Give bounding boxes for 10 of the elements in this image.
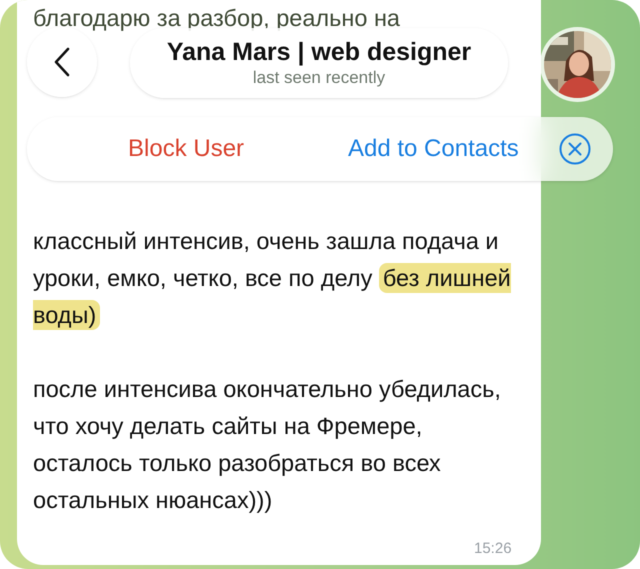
chat-title: Yana Mars | web designer <box>166 37 472 67</box>
close-button[interactable] <box>558 132 592 166</box>
back-icon <box>53 47 71 77</box>
status-text: last seen recently <box>252 67 386 89</box>
add-contact-button[interactable]: Add to Contacts <box>348 131 519 167</box>
title-pill[interactable]: Yana Mars | web designer last seen recently <box>130 28 508 98</box>
message-time: 15:26 <box>474 539 512 559</box>
close-icon <box>559 133 591 165</box>
message-text: после интенсива окончательно убедилась, что хочу делать сайты на Фремере, осталось только разобраться во всех остальных нюансах))) <box>33 375 502 515</box>
block-user-button[interactable]: Block User <box>128 131 244 167</box>
